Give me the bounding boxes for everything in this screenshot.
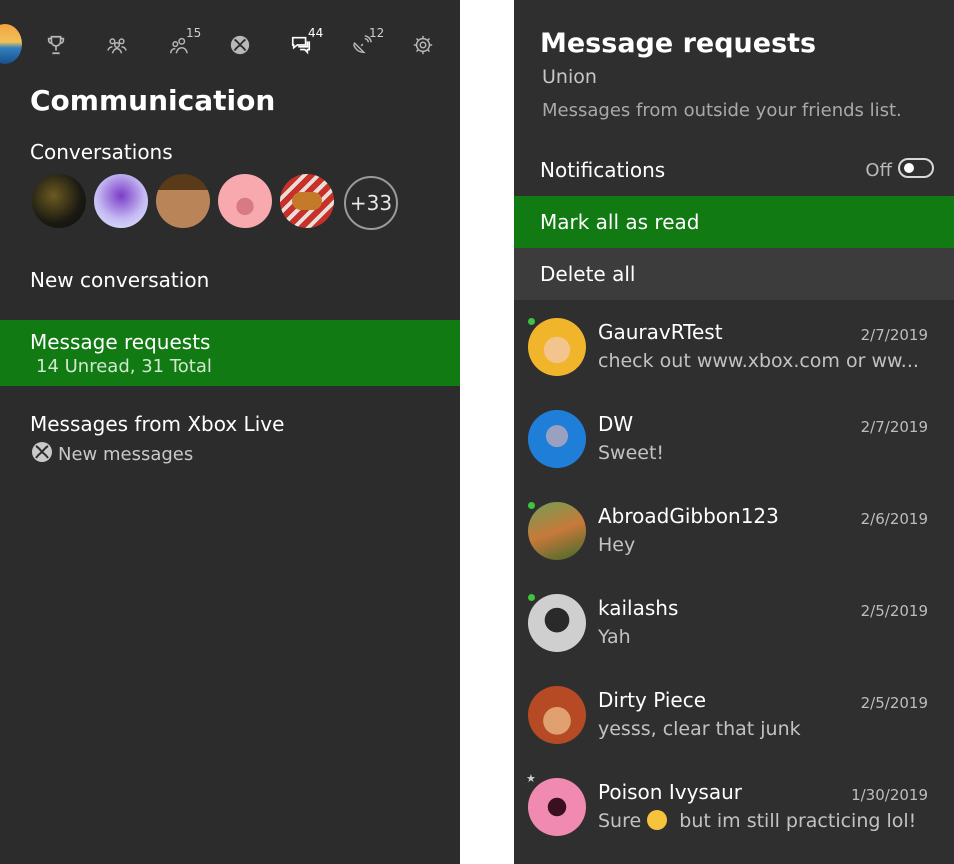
message-preview: Yah [598, 626, 631, 648]
message-item[interactable]: DW 2/7/2019 Sweet! [514, 392, 954, 484]
panel-subtitle: Union [542, 66, 597, 88]
notifications-label: Notifications [540, 158, 666, 182]
sender-name: Dirty Piece [598, 688, 706, 712]
xbox-live-messages-item[interactable]: Messages from Xbox Live [30, 412, 284, 436]
sender-avatar [528, 410, 586, 468]
message-preview: yesss, clear that junk [598, 718, 801, 740]
grinning-emoji-icon [647, 810, 668, 830]
message-item[interactable]: GauravRTest 2/7/2019 check out www.xbox.… [514, 300, 954, 392]
notifications-badge: 12 [369, 26, 385, 40]
panel-description: Messages from outside your friends list. [542, 100, 902, 121]
message-date: 2/5/2019 [860, 694, 928, 712]
party-icon[interactable] [104, 32, 130, 58]
more-conversations-button[interactable]: +33 [344, 176, 398, 230]
conversation-avatar[interactable] [280, 174, 334, 228]
message-preview: Sure but im still practicing lol! [598, 810, 916, 832]
new-conversation-button[interactable]: New conversation [30, 268, 209, 292]
sender-name: DW [598, 412, 634, 436]
notifications-toggle-row[interactable]: Notifications Off [514, 144, 954, 196]
message-preview-end: but im still practicing lol! [673, 810, 917, 832]
mark-all-read-label: Mark all as read [540, 210, 700, 234]
online-indicator [528, 502, 535, 509]
conversation-avatar[interactable] [218, 174, 272, 228]
sender-name: Poison Ivysaur [598, 780, 742, 804]
page-title: Communication [30, 84, 276, 117]
sender-name: AbroadGibbon123 [598, 504, 779, 528]
message-date: 1/30/2019 [851, 786, 928, 804]
mark-all-read-button[interactable]: Mark all as read [514, 196, 954, 248]
message-preview: Hey [598, 534, 636, 556]
notifications-toggle[interactable] [898, 158, 934, 178]
message-requests-title: Message requests [30, 330, 211, 354]
conversation-avatar[interactable] [94, 174, 148, 228]
delete-all-label: Delete all [540, 262, 636, 286]
sender-avatar [528, 318, 586, 376]
message-item[interactable]: AbroadGibbon123 2/6/2019 Hey [514, 484, 954, 576]
gear-icon[interactable] [410, 32, 436, 58]
delete-all-button[interactable]: Delete all [514, 248, 954, 300]
xbox-live-subtitle-text: New messages [58, 444, 194, 465]
favorite-star-icon: ★ [526, 772, 536, 785]
panel-title: Message requests [540, 28, 817, 59]
conversation-avatar[interactable] [156, 174, 210, 228]
communication-panel: 15 44 12 Communication Conversations +33… [0, 0, 460, 864]
message-date: 2/7/2019 [860, 326, 928, 344]
conversations-label: Conversations [30, 140, 173, 164]
friends-icon[interactable]: 15 [166, 26, 201, 58]
sender-avatar [528, 502, 586, 560]
messages-icon[interactable]: 44 [288, 26, 323, 58]
message-preview: check out www.xbox.com or ww... [598, 350, 919, 372]
friends-badge: 15 [186, 26, 202, 40]
message-requests-item[interactable]: Message requests 14 Unread, 31 Total [0, 320, 460, 386]
message-item[interactable]: Dirty Piece 2/5/2019 yesss, clear that j… [514, 668, 954, 760]
notifications-icon[interactable]: 12 [349, 26, 384, 58]
message-preview-start: Sure [598, 810, 642, 832]
messages-badge: 44 [308, 26, 324, 40]
sender-avatar [528, 686, 586, 744]
online-indicator [528, 318, 535, 325]
message-date: 2/7/2019 [860, 418, 928, 436]
sender-avatar [528, 594, 586, 652]
sender-name: kailashs [598, 596, 679, 620]
conversation-avatar[interactable] [32, 174, 86, 228]
xbox-live-messages-subtitle: New messages [30, 440, 193, 469]
sender-avatar [528, 778, 586, 836]
trophy-icon[interactable] [43, 32, 69, 58]
sender-name: GauravRTest [598, 320, 723, 344]
message-date: 2/5/2019 [860, 602, 928, 620]
message-item[interactable]: ★ Poison Ivysaur 1/30/2019 Sure but im s… [514, 760, 954, 852]
notifications-state: Off [865, 160, 892, 181]
message-preview: Sweet! [598, 442, 665, 464]
xbox-icon[interactable] [227, 32, 253, 58]
message-item[interactable]: kailashs 2/5/2019 Yah [514, 576, 954, 668]
top-navigation-bar: 15 44 12 [0, 24, 460, 64]
online-indicator [528, 594, 535, 601]
xbox-icon [30, 440, 54, 469]
message-date: 2/6/2019 [860, 510, 928, 528]
message-requests-count: 14 Unread, 31 Total [36, 356, 212, 377]
message-requests-panel: Message requests Union Messages from out… [514, 0, 954, 864]
